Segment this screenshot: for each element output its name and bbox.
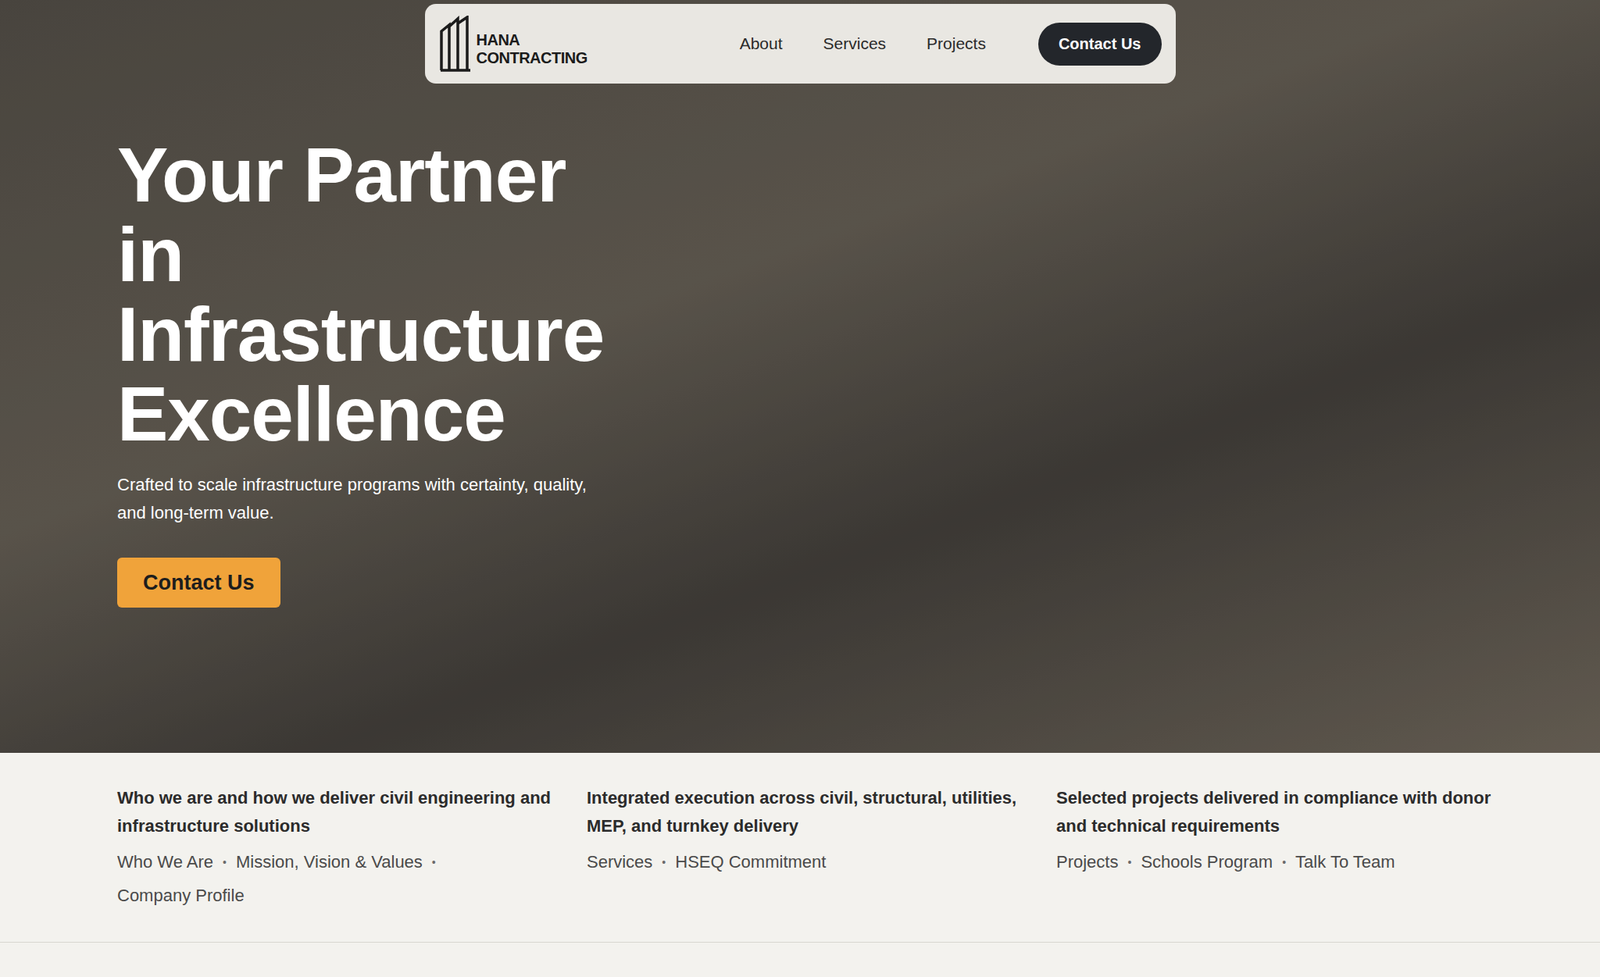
column-heading: Integrated execution across civil, struc… [586, 784, 1025, 841]
nav-link[interactable]: Projects [926, 31, 986, 57]
column-link[interactable]: Company Profile [117, 883, 245, 909]
separator: • [1282, 850, 1286, 875]
logo[interactable]: HANACONTRACTING [439, 15, 588, 72]
column-links: Projects • Schools Program • Talk To Team [1056, 850, 1495, 875]
column-heading: Selected projects delivered in complianc… [1056, 784, 1495, 841]
nav-link[interactable]: Services [823, 31, 887, 57]
column-heading: Who we are and how we deliver civil engi… [117, 784, 556, 841]
hero: HANACONTRACTING About Services Projects Cont… [0, 0, 1600, 754]
separator: • [432, 850, 436, 875]
separator: • [1127, 850, 1132, 875]
column-link[interactable]: Mission, Vision & Values [235, 850, 423, 875]
building-icon [439, 15, 474, 72]
column-links: Services • HSEQ Commitment [586, 850, 1025, 875]
column-link[interactable]: HSEQ Commitment [675, 850, 826, 875]
contact-button[interactable]: Contact Us [1038, 22, 1162, 66]
nav-link[interactable]: About [739, 31, 783, 57]
logo-line: CONTRACTING [476, 49, 588, 68]
column-links: Who We Are • Mission, Vision & Values • Comp… [117, 850, 556, 909]
link-column: Selected projects delivered in complianc… [1056, 784, 1495, 909]
column-link[interactable]: Who We Are [117, 850, 214, 875]
hero-subtitle: Crafted to scale infrastructure programs… [117, 471, 618, 528]
navbar: HANACONTRACTING About Services Projects Cont… [425, 3, 1176, 84]
link-column: Who we are and how we deliver civil engi… [117, 784, 556, 909]
quick-links: Who we are and how we deliver civil engi… [0, 753, 1600, 943]
column-link[interactable]: Talk To Team [1295, 850, 1396, 875]
logo-text: HANACONTRACTING [476, 20, 588, 68]
separator: • [661, 850, 666, 875]
logo-line: HANA [476, 31, 588, 50]
column-link[interactable]: Services [586, 850, 653, 875]
hero-contact-button[interactable]: Contact Us [117, 557, 281, 608]
hero-title: Your Partner in Infrastructure Excellenc… [117, 135, 649, 454]
separator: • [222, 850, 227, 875]
column-link[interactable]: Schools Program [1140, 850, 1273, 875]
column-link[interactable]: Projects [1056, 850, 1118, 875]
nav-links: About Services Projects [739, 31, 986, 57]
link-column: Integrated execution across civil, struc… [586, 784, 1025, 909]
